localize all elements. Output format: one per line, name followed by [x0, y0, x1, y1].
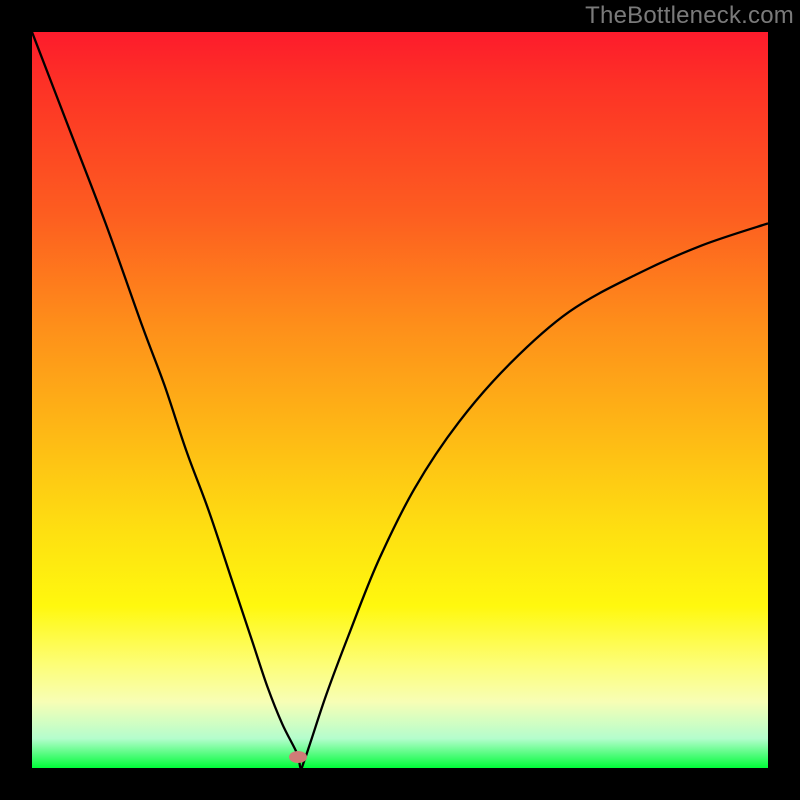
chart-container: TheBottleneck.com [0, 0, 800, 800]
plot-area [32, 32, 768, 768]
watermark-text: TheBottleneck.com [585, 2, 794, 30]
bottleneck-curve-path [32, 32, 768, 768]
curve-svg [32, 32, 768, 768]
